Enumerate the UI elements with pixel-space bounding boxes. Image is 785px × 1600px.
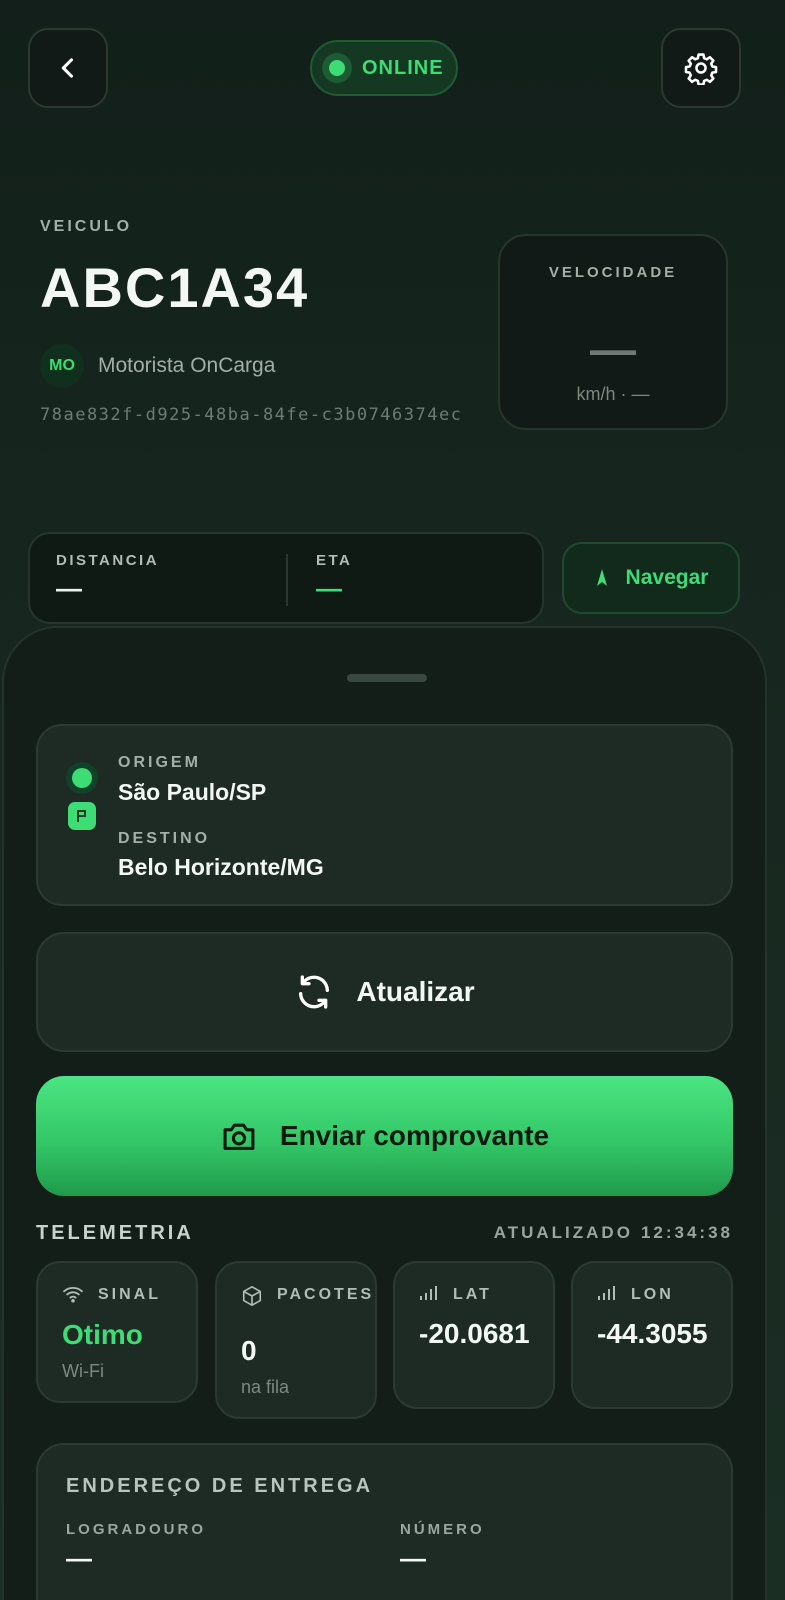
destination-value: Belo Horizonte/MG (118, 854, 324, 880)
origin-value: São Paulo/SP (118, 779, 267, 805)
trip-metrics-card: DISTANCIA — ETA — (28, 532, 544, 624)
refresh-button[interactable]: Atualizar (36, 932, 733, 1052)
signal-bars-icon (598, 1286, 615, 1300)
speed-card: VELOCIDADE — km/h · — (498, 234, 728, 430)
latitude-tile-head: LAT (419, 1285, 523, 1305)
signal-value: Otimo (62, 1319, 143, 1350)
signal-label: SINAL (98, 1286, 161, 1303)
speed-label: VELOCIDADE (548, 264, 678, 281)
signal-bars-icon (420, 1286, 437, 1300)
number-value: — (400, 1543, 426, 1573)
distance-label: DISTANCIA (56, 552, 160, 569)
signal-tile: SINAL Otimo Wi-Fi (36, 1261, 198, 1403)
navigate-label: Navegar (625, 566, 709, 589)
packets-sub: na fila (241, 1377, 290, 1397)
latitude-label: LAT (453, 1286, 492, 1303)
telemetry-title: TELEMETRIA (36, 1222, 194, 1244)
send-receipt-label: Enviar comprovante (279, 1120, 550, 1151)
longitude-value: -44.3055 (597, 1318, 708, 1349)
packets-value: 0 (241, 1335, 257, 1366)
latitude-tile: LAT -20.0681 (393, 1261, 555, 1409)
longitude-tile: LON -44.3055 (571, 1261, 733, 1409)
back-button[interactable] (28, 28, 108, 108)
latitude-value: -20.0681 (419, 1318, 530, 1349)
top-bar: ONLINE (28, 28, 741, 108)
packets-tile-head: PACOTES (241, 1285, 375, 1307)
signal-sub: Wi-Fi (62, 1361, 104, 1381)
speed-value: — (590, 323, 636, 375)
driver-row: MO Motorista OnCarga (40, 344, 275, 388)
navigation-arrow-icon (596, 569, 607, 586)
delivery-address-card: ENDEREÇO DE ENTREGA LOGRADOURO — NÚMERO … (36, 1443, 733, 1600)
vehicle-plate: ABC1A34 (40, 256, 310, 319)
wifi-icon (63, 1287, 83, 1303)
origin-label: ORIGEM (118, 754, 201, 771)
chevron-left-icon (61, 58, 74, 78)
eta-value: — (316, 573, 342, 603)
eta-label: ETA (316, 552, 353, 569)
status-badge: ONLINE (310, 40, 458, 96)
origin-dot-icon (66, 762, 98, 794)
package-icon (242, 1286, 262, 1306)
flag-icon (68, 802, 96, 830)
distance-value: — (56, 573, 82, 603)
distance-metric: DISTANCIA — (56, 552, 159, 604)
longitude-tile-head: LON (597, 1285, 701, 1305)
street-value: — (66, 1543, 92, 1573)
sheet-handle[interactable] (347, 674, 427, 682)
send-receipt-button[interactable]: Enviar comprovante (36, 1076, 733, 1196)
route-card: ORIGEM São Paulo/SP DESTINO Belo Horizon… (36, 724, 733, 906)
avatar: MO (40, 344, 84, 388)
settings-button[interactable] (661, 28, 741, 108)
packets-tile: PACOTES 0 na fila (215, 1261, 377, 1419)
updated-time: 12:34:38 (640, 1223, 733, 1242)
signal-tile-head: SINAL (62, 1285, 168, 1305)
camera-icon (223, 1123, 255, 1150)
packets-label: PACOTES (277, 1286, 375, 1303)
gear-icon (684, 53, 718, 85)
refresh-label: Atualizar (356, 976, 475, 1007)
vehicle-id: 78ae832f-d925-48ba-84fe-c3b0746374ec (40, 405, 463, 425)
longitude-label: LON (631, 1286, 674, 1303)
status-text: ONLINE (362, 56, 444, 79)
destination-label: DESTINO (118, 830, 211, 847)
driver-name: Motorista OnCarga (98, 354, 276, 377)
number-label: NÚMERO (400, 1521, 485, 1538)
eta-metric: ETA — (316, 552, 352, 604)
navigate-button[interactable]: Navegar (562, 542, 740, 614)
telemetry-updated: ATUALIZADO 12:34:38 (494, 1223, 733, 1243)
address-title: ENDEREÇO DE ENTREGA (66, 1475, 374, 1497)
speed-unit: km/h · — (576, 384, 650, 404)
refresh-icon (299, 975, 330, 1009)
vehicle-label: VEICULO (40, 218, 133, 235)
street-label: LOGRADOURO (66, 1521, 206, 1538)
metric-divider (286, 554, 288, 606)
updated-label: ATUALIZADO (493, 1223, 633, 1242)
online-dot-icon (322, 53, 352, 83)
